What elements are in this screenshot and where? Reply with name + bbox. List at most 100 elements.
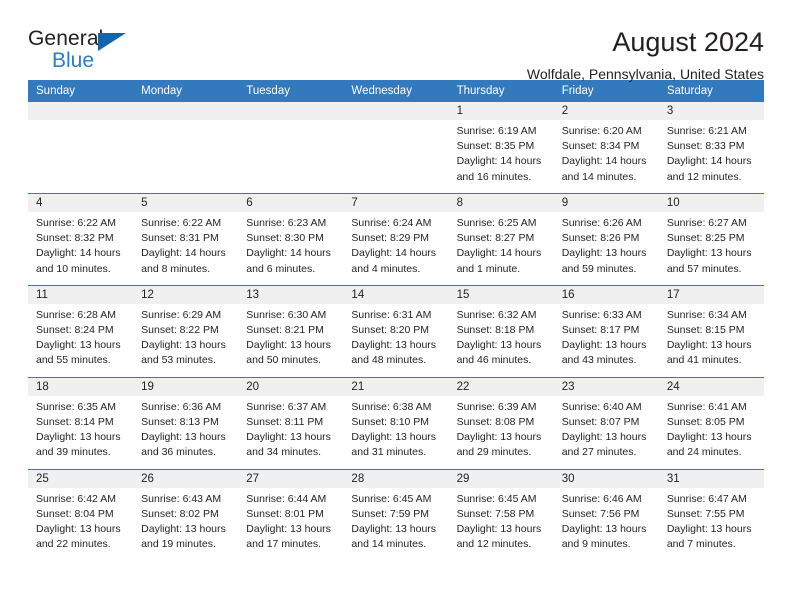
week-detail-row: Sunrise: 6:35 AM Sunset: 8:14 PM Daylight:… xyxy=(28,395,764,469)
sunset-line: Sunset: 8:33 PM xyxy=(666,140,745,153)
sunset-line: Sunset: 7:58 PM xyxy=(456,507,535,520)
day-number[interactable]: 19 xyxy=(133,376,239,396)
week-detail-row: Sunrise: 6:22 AM Sunset: 8:32 PM Daylight:… xyxy=(28,211,764,286)
sunset-line: Sunset: 8:31 PM xyxy=(141,232,219,245)
daylight-line: Daylight: 14 hours xyxy=(246,247,331,260)
day-number[interactable]: 24 xyxy=(658,376,764,396)
daylight-line: Daylight: 13 hours xyxy=(351,431,437,444)
sunrise-line: Sunrise: 6:27 AM xyxy=(666,216,747,229)
sunrise-line: Sunrise: 6:34 AM xyxy=(666,308,747,321)
day-number[interactable]: 6 xyxy=(238,192,344,212)
daylight-line-cont: and 7 minutes. xyxy=(666,538,736,551)
day-detail: Sunrise: 6:24 AM Sunset: 8:29 PM Daylight:… xyxy=(343,211,449,286)
day-number[interactable]: 28 xyxy=(343,468,449,488)
daylight-line: Daylight: 13 hours xyxy=(351,339,437,352)
week-daynumber-row: 4 5 6 7 8 9 10 xyxy=(28,192,764,212)
day-number[interactable]: 25 xyxy=(28,468,134,488)
calendar-page: General Blue August 2024 Wolfdale, Penns… xyxy=(0,0,792,612)
daylight-line: Daylight: 13 hours xyxy=(561,431,647,444)
sunrise-line: Sunrise: 6:39 AM xyxy=(456,400,537,413)
daylight-line: Daylight: 14 hours xyxy=(561,155,647,168)
sunrise-line: Sunrise: 6:20 AM xyxy=(561,125,642,137)
sunset-line: Sunset: 8:30 PM xyxy=(246,232,324,245)
day-number[interactable]: 18 xyxy=(28,376,134,396)
day-number[interactable]: 4 xyxy=(28,192,134,212)
daylight-line-cont: and 16 minutes. xyxy=(456,170,532,183)
day-number[interactable]: 3 xyxy=(658,102,764,120)
day-number[interactable]: 20 xyxy=(238,376,344,396)
day-number[interactable]: 21 xyxy=(343,376,449,396)
daylight-line: Daylight: 13 hours xyxy=(36,522,121,535)
week-daynumber-row: 25 26 27 28 29 30 31 xyxy=(28,468,764,488)
day-number[interactable]: 1 xyxy=(448,102,554,120)
day-number[interactable]: 29 xyxy=(448,468,554,488)
day-detail: Sunrise: 6:45 AM Sunset: 7:59 PM Daylight:… xyxy=(343,487,449,561)
daylight-line: Daylight: 13 hours xyxy=(36,431,121,444)
daylight-line-cont: and 14 minutes. xyxy=(351,538,427,551)
daylight-line: Daylight: 13 hours xyxy=(456,431,542,444)
day-detail: Sunrise: 6:44 AM Sunset: 8:01 PM Daylight:… xyxy=(238,487,344,561)
day-number[interactable]: 15 xyxy=(448,284,554,304)
day-detail: Sunrise: 6:47 AM Sunset: 7:55 PM Daylight:… xyxy=(658,487,764,561)
title-block: August 2024 Wolfdale, Pennsylvania, Unit… xyxy=(526,27,764,82)
day-detail: Sunrise: 6:37 AM Sunset: 8:11 PM Daylight:… xyxy=(238,395,344,469)
day-detail: Sunrise: 6:28 AM Sunset: 8:24 PM Daylight:… xyxy=(28,303,134,378)
daylight-line-cont: and 9 minutes. xyxy=(561,538,631,551)
sunrise-line: Sunrise: 6:36 AM xyxy=(141,400,222,413)
sunset-line: Sunset: 8:35 PM xyxy=(456,140,535,153)
day-number[interactable]: 11 xyxy=(28,284,134,304)
location-subtitle: Wolfdale, Pennsylvania, United States xyxy=(526,65,764,82)
day-detail: Sunrise: 6:32 AM Sunset: 8:18 PM Daylight:… xyxy=(448,303,554,378)
day-number[interactable]: 31 xyxy=(658,468,764,488)
daylight-line-cont: and 59 minutes. xyxy=(561,262,637,275)
day-number[interactable]: 26 xyxy=(133,468,239,488)
day-number[interactable]: 14 xyxy=(343,284,449,304)
sunset-line: Sunset: 8:05 PM xyxy=(666,415,745,428)
page-header: General Blue August 2024 Wolfdale, Penns… xyxy=(28,0,764,81)
sunrise-line: Sunrise: 6:33 AM xyxy=(561,308,642,321)
sunset-line: Sunset: 8:10 PM xyxy=(351,415,430,428)
sunrise-line: Sunrise: 6:31 AM xyxy=(351,308,432,321)
day-number[interactable]: 10 xyxy=(658,192,764,212)
day-number[interactable]: 9 xyxy=(553,192,659,212)
daylight-line: Daylight: 13 hours xyxy=(141,431,226,444)
weekday-header-sunday: Sunday xyxy=(28,80,134,102)
day-detail: Sunrise: 6:22 AM Sunset: 8:31 PM Daylight:… xyxy=(133,211,239,286)
page-title: August 2024 xyxy=(612,27,764,57)
sunrise-line: Sunrise: 6:26 AM xyxy=(561,216,642,229)
day-number[interactable]: 13 xyxy=(238,284,344,304)
day-number[interactable]: 23 xyxy=(553,376,659,396)
day-detail: Sunrise: 6:25 AM Sunset: 8:27 PM Daylight:… xyxy=(448,211,554,286)
day-detail: Sunrise: 6:35 AM Sunset: 8:14 PM Daylight:… xyxy=(28,395,134,469)
sunset-line: Sunset: 8:18 PM xyxy=(456,323,535,336)
day-number[interactable]: 17 xyxy=(658,284,764,304)
day-number[interactable]: 5 xyxy=(133,192,239,212)
daylight-line-cont: and 14 minutes. xyxy=(561,170,637,183)
day-number[interactable]: 7 xyxy=(343,192,449,212)
sunrise-line: Sunrise: 6:40 AM xyxy=(561,400,642,413)
daylight-line: Daylight: 13 hours xyxy=(246,522,331,535)
sunrise-line: Sunrise: 6:43 AM xyxy=(141,492,222,505)
general-blue-logo[interactable]: General Blue xyxy=(28,28,143,74)
sunrise-line: Sunrise: 6:45 AM xyxy=(351,492,432,505)
day-number[interactable]: 2 xyxy=(553,102,659,120)
sunrise-line: Sunrise: 6:46 AM xyxy=(561,492,642,505)
day-number[interactable]: 27 xyxy=(238,468,344,488)
day-number[interactable]: 8 xyxy=(448,192,554,212)
day-number[interactable]: 30 xyxy=(553,468,659,488)
daylight-line-cont: and 43 minutes. xyxy=(561,354,637,367)
day-detail: Sunrise: 6:21 AM Sunset: 8:33 PM Daylight:… xyxy=(658,120,764,194)
day-number[interactable]: 16 xyxy=(553,284,659,304)
daylight-line: Daylight: 14 hours xyxy=(36,247,121,260)
daylight-line: Daylight: 14 hours xyxy=(351,247,437,260)
sunset-line: Sunset: 8:14 PM xyxy=(36,415,114,428)
sunrise-line: Sunrise: 6:41 AM xyxy=(666,400,747,413)
daylight-line-cont: and 46 minutes. xyxy=(456,354,532,367)
weekday-header-tuesday: Tuesday xyxy=(238,80,344,102)
day-number[interactable]: 22 xyxy=(448,376,554,396)
sunset-line: Sunset: 8:27 PM xyxy=(456,232,535,245)
day-number[interactable]: 12 xyxy=(133,284,239,304)
daylight-line-cont: and 57 minutes. xyxy=(666,262,742,275)
day-detail: Sunrise: 6:43 AM Sunset: 8:02 PM Daylight:… xyxy=(133,487,239,561)
sunrise-line: Sunrise: 6:28 AM xyxy=(36,308,116,321)
